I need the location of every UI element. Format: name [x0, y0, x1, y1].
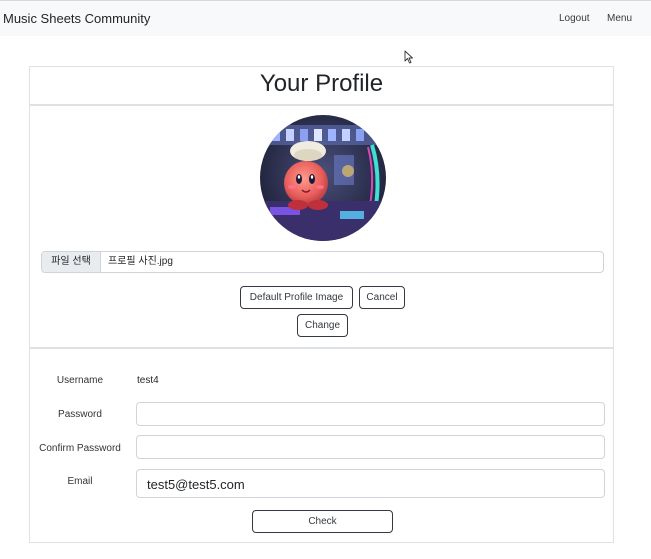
avatar-photo	[260, 115, 386, 241]
password-label: Password	[58, 409, 102, 420]
logout-link[interactable]: Logout	[559, 12, 590, 26]
mouse-pointer-icon	[404, 50, 413, 64]
page-title: Your Profile	[259, 70, 384, 97]
choose-file-button[interactable]: 파일 선택	[42, 252, 101, 272]
default-profile-image-button[interactable]: Default Profile Image	[240, 286, 353, 309]
brand-link[interactable]: Music Sheets Community	[3, 11, 150, 27]
confirm-password-field[interactable]	[136, 435, 605, 459]
avatar	[260, 115, 386, 241]
navbar: Music Sheets Community Logout Menu	[0, 0, 651, 36]
page: Music Sheets Community Logout Menu Your …	[0, 0, 651, 559]
selected-file-name: 프로필 사진.jpg	[108, 256, 173, 267]
title-divider	[30, 104, 613, 106]
confirm-password-label: Confirm Password	[39, 443, 121, 454]
username-label: Username	[56, 375, 104, 386]
menu-link[interactable]: Menu	[607, 12, 632, 26]
check-button[interactable]: Check	[252, 510, 393, 533]
username-value: test4	[137, 375, 159, 386]
profile-card: Your Profile 파일 선택 프로필 사진.jpg Default Pr…	[29, 66, 614, 543]
email-field[interactable]: test5@test5.com	[136, 469, 605, 498]
section-divider	[30, 347, 613, 349]
profile-image-file-input[interactable]: 파일 선택 프로필 사진.jpg	[41, 251, 604, 273]
email-value: test5@test5.com	[147, 477, 245, 492]
password-field[interactable]	[136, 402, 605, 426]
change-button[interactable]: Change	[297, 314, 348, 337]
email-label: Email	[67, 476, 93, 487]
cancel-button[interactable]: Cancel	[359, 286, 405, 309]
